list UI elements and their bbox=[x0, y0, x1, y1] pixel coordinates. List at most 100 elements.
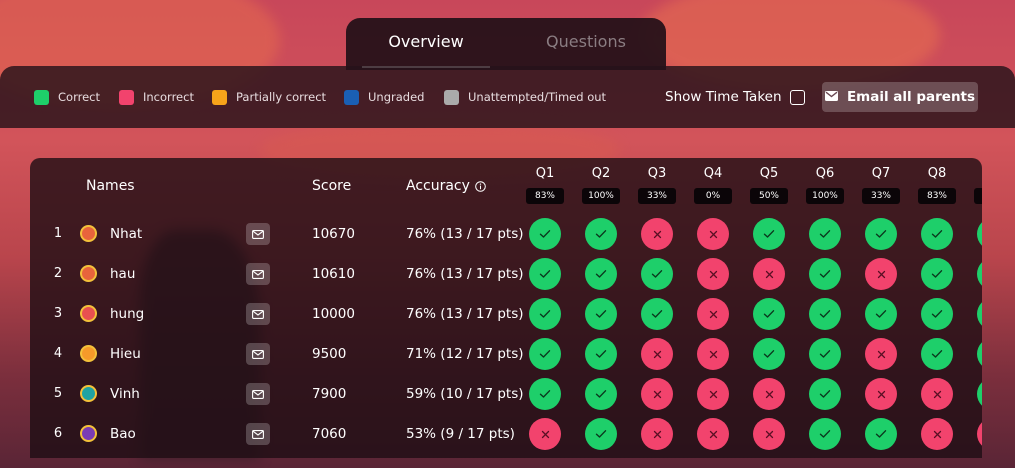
answer-correct-q9[interactable] bbox=[977, 298, 982, 330]
question-header-4: Q4 0% bbox=[694, 166, 732, 204]
email-parent-button[interactable] bbox=[246, 223, 270, 245]
answer-correct-q9[interactable] bbox=[977, 338, 982, 370]
answer-correct-q9[interactable] bbox=[977, 378, 982, 410]
score: 9500 bbox=[312, 346, 347, 362]
answer-correct-q2[interactable] bbox=[585, 378, 617, 410]
answer-incorrect-q3[interactable] bbox=[641, 218, 673, 250]
answer-incorrect-q7[interactable] bbox=[865, 378, 897, 410]
answer-correct-q6[interactable] bbox=[809, 258, 841, 290]
student-name[interactable]: Hieu bbox=[110, 334, 141, 374]
answer-incorrect-q1[interactable] bbox=[529, 418, 561, 450]
table-row[interactable]: 1 Nhat 10670 76% (13 / 17 pts) bbox=[30, 214, 982, 254]
answer-correct-q1[interactable] bbox=[529, 218, 561, 250]
show-time-taken-toggle[interactable]: Show Time Taken bbox=[665, 88, 805, 106]
answer-incorrect-q8[interactable] bbox=[921, 418, 953, 450]
answer-correct-q1[interactable] bbox=[529, 338, 561, 370]
answer-correct-q5[interactable] bbox=[753, 298, 785, 330]
accuracy-header: Accuracy bbox=[406, 178, 486, 194]
answer-incorrect-q3[interactable] bbox=[641, 418, 673, 450]
answer-correct-q8[interactable] bbox=[921, 338, 953, 370]
student-name[interactable]: Nhat bbox=[110, 214, 142, 254]
legend-label: Incorrect bbox=[143, 90, 194, 104]
legend-label: Unattempted/Timed out bbox=[468, 90, 607, 104]
answer-correct-q3[interactable] bbox=[641, 298, 673, 330]
answer-correct-q8[interactable] bbox=[921, 258, 953, 290]
answer-correct-q1[interactable] bbox=[529, 378, 561, 410]
answer-incorrect-q5[interactable] bbox=[753, 418, 785, 450]
answer-correct-q9[interactable] bbox=[977, 258, 982, 290]
check-icon bbox=[875, 309, 887, 319]
table-row[interactable]: 4 Hieu 9500 71% (12 / 17 pts) bbox=[30, 334, 982, 374]
table-row[interactable]: 5 Vinh 7900 59% (10 / 17 pts) bbox=[30, 374, 982, 414]
tab-bar: Overview Questions bbox=[346, 18, 666, 70]
answer-correct-q7[interactable] bbox=[865, 298, 897, 330]
student-name[interactable]: hung bbox=[110, 294, 144, 334]
answer-incorrect-q5[interactable] bbox=[753, 378, 785, 410]
cross-icon bbox=[765, 430, 774, 439]
question-label: Q3 bbox=[647, 166, 667, 181]
results-table: Names Score Accuracy Q1 83% Q2 100% Q3 33% Q4 0… bbox=[30, 158, 982, 458]
answer-correct-q2[interactable] bbox=[585, 218, 617, 250]
answer-incorrect-q3[interactable] bbox=[641, 378, 673, 410]
legend-swatch bbox=[212, 89, 227, 105]
info-icon[interactable] bbox=[475, 180, 486, 192]
answer-incorrect-q9[interactable] bbox=[977, 418, 982, 450]
cross-icon bbox=[877, 350, 886, 359]
show-time-taken-checkbox[interactable] bbox=[789, 89, 805, 105]
email-all-parents-button[interactable]: Email all parents bbox=[822, 82, 978, 112]
answer-incorrect-q4[interactable] bbox=[697, 218, 729, 250]
email-parent-button[interactable] bbox=[246, 303, 270, 325]
email-parent-button[interactable] bbox=[246, 343, 270, 365]
answer-correct-q6[interactable] bbox=[809, 338, 841, 370]
answer-correct-q6[interactable] bbox=[809, 218, 841, 250]
question-label: Q8 bbox=[927, 166, 947, 181]
table-row[interactable]: 3 hung 10000 76% (13 / 17 pts) bbox=[30, 294, 982, 334]
student-name[interactable]: Vinh bbox=[110, 374, 140, 414]
rank: 6 bbox=[53, 426, 63, 441]
answer-correct-q2[interactable] bbox=[585, 338, 617, 370]
answer-correct-q9[interactable] bbox=[977, 218, 982, 250]
score: 7060 bbox=[312, 426, 347, 442]
answer-correct-q6[interactable] bbox=[809, 298, 841, 330]
email-parent-button[interactable] bbox=[246, 423, 270, 445]
answer-correct-q2[interactable] bbox=[585, 298, 617, 330]
answer-incorrect-q8[interactable] bbox=[921, 378, 953, 410]
table-row[interactable]: 6 Bao 7060 53% (9 / 17 pts) bbox=[30, 414, 982, 454]
tab-overview[interactable]: Overview bbox=[362, 18, 490, 68]
answer-incorrect-q5[interactable] bbox=[753, 258, 785, 290]
email-parent-button[interactable] bbox=[246, 383, 270, 405]
answer-incorrect-q4[interactable] bbox=[697, 418, 729, 450]
answer-correct-q5[interactable] bbox=[753, 338, 785, 370]
answer-incorrect-q3[interactable] bbox=[641, 338, 673, 370]
legend-swatch bbox=[119, 89, 134, 105]
answer-correct-q6[interactable] bbox=[809, 418, 841, 450]
check-icon bbox=[819, 389, 831, 399]
answer-correct-q7[interactable] bbox=[865, 218, 897, 250]
accuracy: 76% (13 / 17 pts) bbox=[406, 226, 524, 242]
answer-incorrect-q4[interactable] bbox=[697, 258, 729, 290]
answer-correct-q2[interactable] bbox=[585, 258, 617, 290]
cross-icon bbox=[933, 390, 942, 399]
email-parent-button[interactable] bbox=[246, 263, 270, 285]
student-name[interactable]: Bao bbox=[110, 414, 136, 454]
answer-correct-q1[interactable] bbox=[529, 298, 561, 330]
answer-correct-q5[interactable] bbox=[753, 218, 785, 250]
answer-incorrect-q4[interactable] bbox=[697, 298, 729, 330]
answer-incorrect-q4[interactable] bbox=[697, 378, 729, 410]
answer-correct-q2[interactable] bbox=[585, 418, 617, 450]
answer-incorrect-q4[interactable] bbox=[697, 338, 729, 370]
answer-correct-q8[interactable] bbox=[921, 218, 953, 250]
student-name[interactable]: hau bbox=[110, 254, 135, 294]
table-row[interactable]: 2 hau 10610 76% (13 / 17 pts) bbox=[30, 254, 982, 294]
answer-correct-q6[interactable] bbox=[809, 378, 841, 410]
answer-correct-q3[interactable] bbox=[641, 258, 673, 290]
envelope-icon bbox=[252, 309, 264, 319]
answer-incorrect-q7[interactable] bbox=[865, 338, 897, 370]
answer-correct-q1[interactable] bbox=[529, 258, 561, 290]
names-header: Names bbox=[86, 178, 135, 194]
answer-correct-q8[interactable] bbox=[921, 298, 953, 330]
tab-questions[interactable]: Questions bbox=[522, 18, 650, 66]
answer-incorrect-q7[interactable] bbox=[865, 258, 897, 290]
cross-icon bbox=[877, 270, 886, 279]
answer-correct-q7[interactable] bbox=[865, 418, 897, 450]
